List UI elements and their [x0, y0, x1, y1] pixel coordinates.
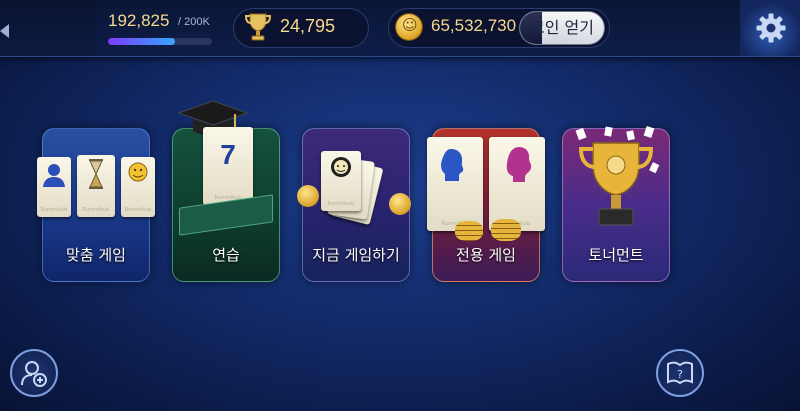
mode-label: 전용 게임 — [456, 246, 516, 264]
mode-card-play-now[interactable]: Rummikub 지금 게임하기 — [297, 128, 411, 282]
add-friend-button[interactable] — [10, 349, 58, 397]
mode-card-practice[interactable]: 7 Rummikub 연습 — [172, 100, 280, 282]
mode-card-tournament[interactable]: 토너먼트 — [562, 126, 670, 282]
tile-joker: Rummikub — [121, 157, 155, 217]
coin-stack-icon — [491, 219, 521, 241]
mode-label: 맞춤 게임 — [66, 246, 126, 264]
tile-front: Rummikub — [321, 151, 361, 211]
tile-brand: Rummikub — [40, 207, 68, 213]
trophy-count: 24,795 — [280, 16, 336, 36]
top-bar-cap — [0, 0, 96, 56]
back-arrow-icon[interactable] — [0, 24, 9, 38]
hourglass-icon — [89, 159, 103, 189]
coin-count: 65,532,730 — [431, 16, 517, 35]
help-book-icon: ? — [667, 361, 693, 385]
svg-text:?: ? — [677, 368, 683, 381]
help-button[interactable]: ? — [656, 349, 704, 397]
gear-icon[interactable] — [755, 12, 787, 44]
player-silhouette-icon — [43, 164, 65, 187]
joker-face-icon — [128, 162, 148, 182]
tile-player: Rummikub — [37, 157, 71, 217]
level-points: 192,825 — [108, 11, 170, 30]
mode-label: 토너먼트 — [588, 246, 644, 264]
tile-number: 7 Rummikub — [203, 127, 253, 205]
tile-player-2: Rummikub — [489, 137, 545, 231]
get-coins-button[interactable]: 코인 얻기 — [519, 11, 605, 45]
trophy-icon — [244, 13, 272, 41]
mode-label: 지금 게임하기 — [312, 246, 400, 264]
top-bar: 192,825 / 200K 24,795 65,532,730 코인 얻기 — [0, 0, 800, 57]
tile-player-1: Rummikub — [427, 137, 483, 231]
level-max: / 200K — [178, 16, 210, 28]
joker-face-icon — [331, 157, 351, 177]
coin-icon — [389, 193, 411, 215]
player-silhouette-icon — [506, 147, 532, 182]
level-progress-bar — [108, 38, 212, 45]
coin-icon — [297, 185, 319, 207]
tile-brand: Rummikub — [327, 201, 355, 207]
chalkboard-ribbon — [179, 194, 273, 236]
tile-brand: Rummikub — [82, 207, 110, 213]
tile-brand: Rummikub — [124, 207, 152, 213]
get-coins-label: 코인 얻기 — [530, 18, 594, 37]
practice-tile-number: 7 — [220, 139, 236, 170]
tournament-trophy-icon — [575, 126, 660, 226]
level-progress-fill — [108, 38, 175, 45]
coin-stack-icon — [455, 221, 483, 241]
player-silhouette-icon — [441, 149, 464, 181]
coin-icon — [396, 14, 422, 40]
add-friend-icon — [21, 361, 47, 387]
mode-card-matched-game[interactable]: Rummikub Rummikub Rummikub 맞춤 게임 — [37, 128, 155, 282]
mode-card-private-game[interactable]: Rummikub Rummikub 전용 게임 — [427, 128, 545, 282]
tile-hourglass: Rummikub — [77, 155, 115, 217]
mode-label: 연습 — [212, 246, 240, 264]
